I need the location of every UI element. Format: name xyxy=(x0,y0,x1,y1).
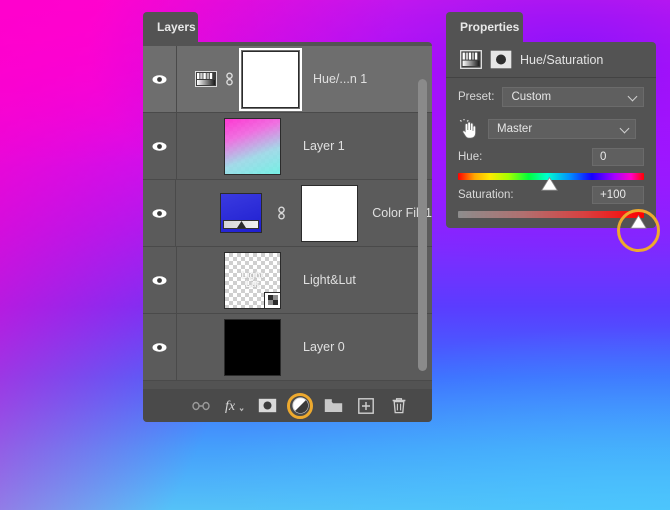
add-layer-mask-icon[interactable] xyxy=(256,395,278,417)
hue-slider-block: Hue: 0 xyxy=(446,147,656,191)
tab-layers[interactable]: Layers xyxy=(143,12,198,42)
chevron-down-icon xyxy=(619,123,630,134)
hue-saturation-icon xyxy=(195,71,217,87)
smart-object-glyph xyxy=(267,295,278,305)
table-row[interactable]: Light Lut Light&Lut xyxy=(143,247,432,314)
scrollbar-thumb[interactable] xyxy=(418,79,427,371)
new-layer-icon[interactable] xyxy=(355,395,377,417)
folder-glyph xyxy=(324,399,342,412)
layer-visibility-toggle[interactable] xyxy=(143,247,177,313)
preset-value: Custom xyxy=(511,91,552,103)
smart-object-thumbnail[interactable]: Light Lut xyxy=(224,251,281,309)
tab-properties-label: Properties xyxy=(460,20,520,34)
saturation-value: +100 xyxy=(600,188,626,201)
layer-visibility-toggle[interactable] xyxy=(143,113,177,179)
channel-select[interactable]: Master xyxy=(488,119,636,139)
properties-tabbar: Properties xyxy=(446,12,656,42)
preset-select[interactable]: Custom xyxy=(502,87,644,107)
saturation-value-field[interactable]: +100 xyxy=(592,185,644,204)
slider-handle-icon xyxy=(540,176,558,191)
highlight-ring xyxy=(287,392,313,419)
table-row[interactable]: Layer 1 xyxy=(143,113,432,180)
layers-tabbar: Layers xyxy=(143,12,432,42)
layer-name: Layer 1 xyxy=(303,139,345,153)
layer-name: Light&Lut xyxy=(303,273,356,287)
new-group-icon[interactable] xyxy=(322,395,344,417)
layer-name: Hue/...n 1 xyxy=(313,72,368,86)
tab-layers-label: Layers xyxy=(157,20,196,34)
trash-glyph xyxy=(392,398,406,414)
hue-slider-track[interactable] xyxy=(458,173,644,191)
eye-icon xyxy=(152,74,167,84)
layer-visibility-toggle[interactable] xyxy=(143,180,177,246)
smart-object-badge-icon xyxy=(264,291,281,309)
hue-slider-head: Hue: 0 xyxy=(458,147,644,166)
properties-header: Hue/Saturation xyxy=(446,42,656,78)
layer-list: Hue/...n 1 Layer 1 Color Fill 1 Light Lu… xyxy=(143,46,432,381)
layers-panel: Layers Hue/...n 1 Layer 1 Color Fill 1 L… xyxy=(143,12,432,422)
properties-panel-body: Hue/Saturation Preset: Custom Master Hue… xyxy=(446,42,660,252)
slider-handle-icon xyxy=(629,214,647,229)
channel-row: Master xyxy=(446,116,656,142)
table-row[interactable]: Layer 0 xyxy=(143,314,432,381)
link-icon[interactable] xyxy=(276,204,287,222)
layer-name: Layer 0 xyxy=(303,340,345,354)
tab-properties[interactable]: Properties xyxy=(446,12,523,42)
delete-layer-icon[interactable] xyxy=(388,395,410,417)
layer-thumbnails[interactable] xyxy=(176,184,359,242)
svg-text:fx: fx xyxy=(225,399,236,414)
link-glyph xyxy=(192,401,210,410)
new-adjustment-layer-icon[interactable] xyxy=(287,392,313,419)
layers-panel-body: Hue/...n 1 Layer 1 Color Fill 1 Light Lu… xyxy=(143,42,432,422)
table-row[interactable]: Hue/...n 1 xyxy=(143,46,432,113)
layer-visibility-toggle[interactable] xyxy=(143,314,177,380)
on-image-adjustment-hand-icon[interactable] xyxy=(458,119,480,139)
mask-icon[interactable] xyxy=(490,50,512,69)
layer-thumbnail[interactable] xyxy=(224,318,281,376)
hue-value-field[interactable]: 0 xyxy=(592,147,644,166)
hue-saturation-icon xyxy=(460,50,482,69)
eye-icon xyxy=(152,208,167,218)
thumbnail-text-line2: Lut xyxy=(245,279,260,289)
table-row[interactable]: Color Fill 1 xyxy=(143,180,432,247)
layer-thumbnails[interactable]: Light Lut xyxy=(177,251,281,309)
layer-thumbnails[interactable] xyxy=(177,47,302,111)
saturation-slider-track[interactable] xyxy=(458,209,660,252)
eye-icon xyxy=(152,141,167,151)
saturation-label: Saturation: xyxy=(458,188,514,201)
hue-slider-handle[interactable] xyxy=(540,176,558,191)
layer-thumbnails[interactable] xyxy=(177,318,281,376)
preset-label: Preset: xyxy=(458,91,495,103)
eye-icon xyxy=(152,342,167,352)
eye-icon xyxy=(152,275,167,285)
scrollbar[interactable] xyxy=(418,79,427,371)
layers-toolbar: fx xyxy=(143,389,432,422)
gradient-marker-icon xyxy=(236,221,246,228)
link-layers-icon[interactable] xyxy=(190,395,212,417)
saturation-slider-handle[interactable] xyxy=(616,209,660,252)
chevron-down-icon xyxy=(627,91,638,102)
layer-thumbnails[interactable] xyxy=(177,117,281,175)
layer-thumbnail[interactable] xyxy=(224,117,281,175)
preset-row: Preset: Custom xyxy=(446,84,656,110)
link-icon[interactable] xyxy=(224,70,235,88)
gradient-strip-icon xyxy=(223,220,260,229)
plus-square-glyph xyxy=(358,397,374,414)
hue-label: Hue: xyxy=(458,150,483,163)
fx-glyph: fx xyxy=(225,399,244,414)
properties-panel: Properties Hue/Saturation Preset: Custom… xyxy=(446,12,660,252)
channel-value: Master xyxy=(497,123,533,135)
mask-glyph xyxy=(258,398,276,413)
layer-mask-thumbnail[interactable] xyxy=(239,47,302,111)
layer-visibility-toggle[interactable] xyxy=(143,46,177,112)
page-title: Hue/Saturation xyxy=(520,52,604,67)
layer-style-fx-icon[interactable]: fx xyxy=(223,395,245,417)
hue-value: 0 xyxy=(600,150,607,163)
layer-mask-thumbnail[interactable] xyxy=(301,184,359,242)
color-fill-thumbnail[interactable] xyxy=(220,193,263,233)
